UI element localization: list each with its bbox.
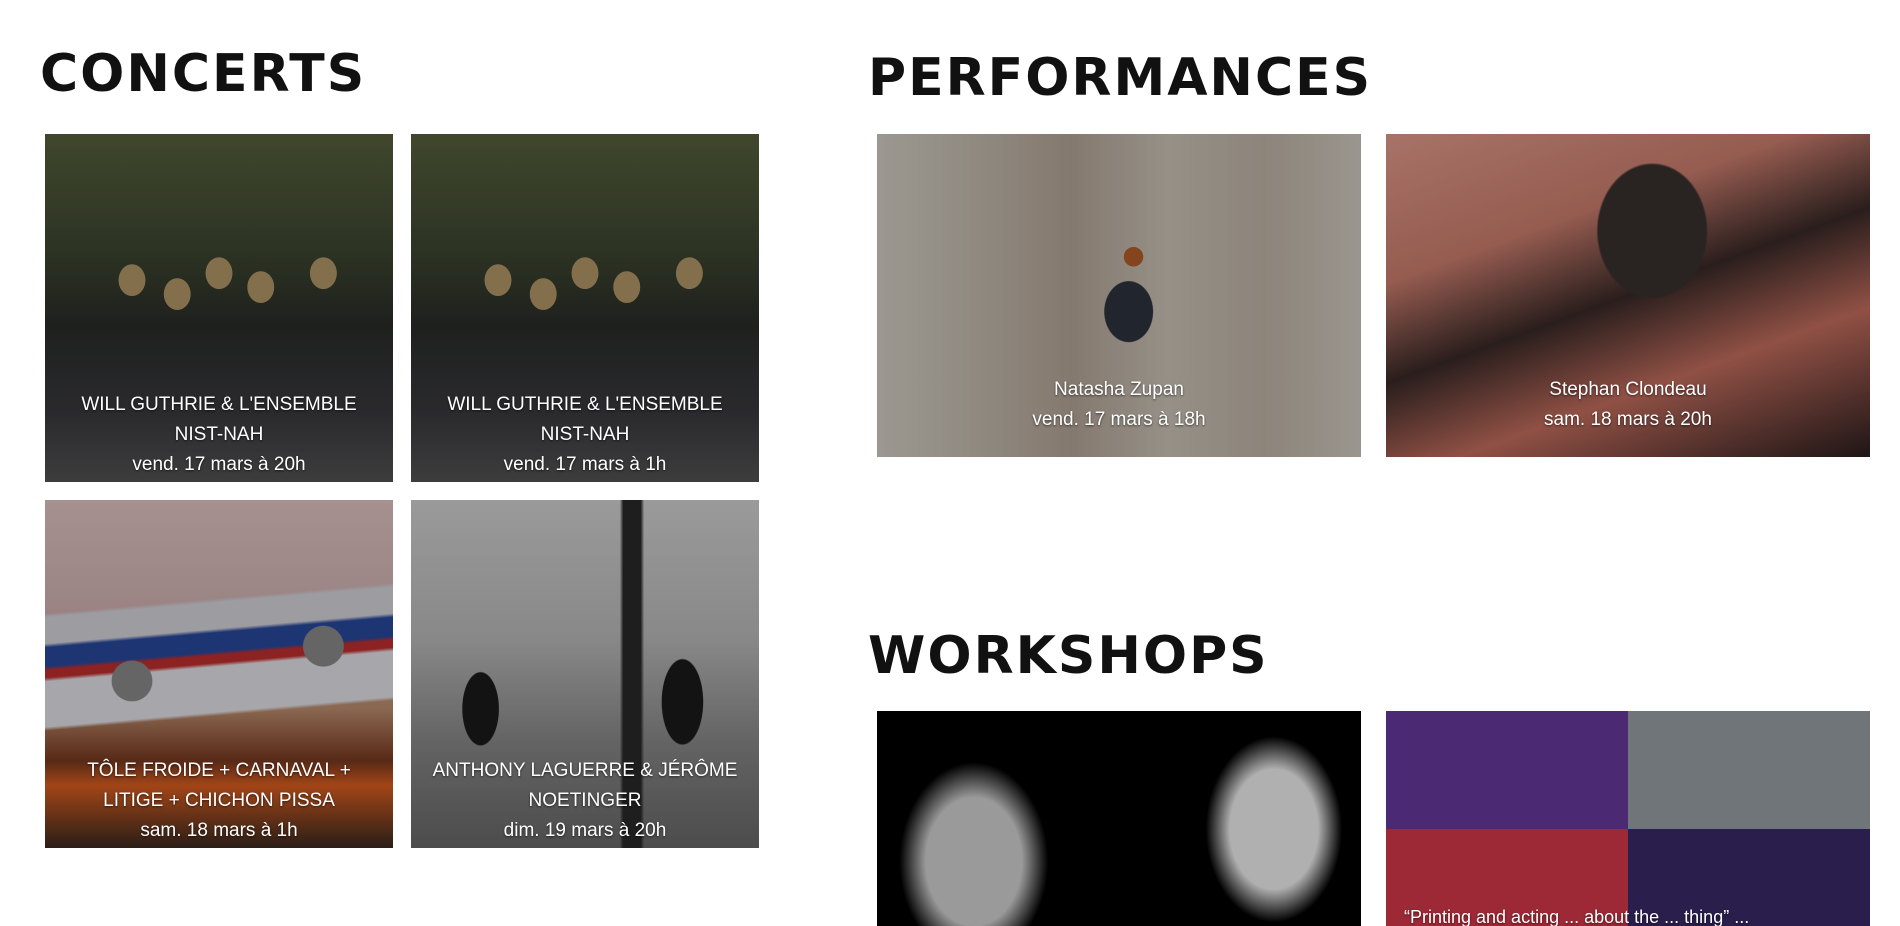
card-title: WILL GUTHRIE & l'ENSEMBLE NIST-NAH	[447, 394, 723, 445]
workshops-heading: WORKSHOPS	[868, 626, 1269, 686]
concert-card-will-guthrie-1[interactable]: WILL GUTHRIE & l'ENSEMBLE NIST-NAH vend.…	[45, 134, 393, 482]
card-caption: WILL GUTHRIE & l'ENSEMBLE NIST-NAH vend.…	[45, 390, 393, 480]
card-date: vend. 17 mars à 1h	[503, 454, 667, 475]
card-date: sam. 18 mars à 20h	[1544, 409, 1712, 430]
card-date: vend. 17 mars à 20h	[132, 454, 306, 475]
card-date: vend. 17 mars à 18h	[1032, 409, 1206, 430]
card-title: WILL GUTHRIE & l'ENSEMBLE NIST-NAH	[81, 394, 357, 445]
concert-card-tole-froide[interactable]: TÔLE FROIDE + CARNAVAL + LITIGE + CHICHO…	[45, 500, 393, 848]
card-date: dim. 19 mars à 20h	[503, 820, 667, 841]
card-caption: ANTHONY LAGUERRE & JÉRÔME NOETINGER dim.…	[411, 756, 759, 846]
card-title: Stephan Clondeau	[1549, 379, 1707, 400]
card-caption: TÔLE FROIDE + CARNAVAL + LITIGE + CHICHO…	[45, 756, 393, 846]
workshop-card-2[interactable]: “Printing and acting ... about the ... t…	[1386, 711, 1870, 926]
concert-card-anthony-laguerre[interactable]: ANTHONY LAGUERRE & JÉRÔME NOETINGER dim.…	[411, 500, 759, 848]
workshop-card-1[interactable]	[877, 711, 1361, 926]
card-caption: Natasha Zupan vend. 17 mars à 18h	[877, 375, 1361, 435]
card-title: “Printing and acting ... about the ... t…	[1404, 907, 1750, 926]
performances-heading: PERFORMANCES	[868, 48, 1373, 108]
card-date: sam. 18 mars à 1h	[140, 820, 298, 841]
performance-card-natasha-zupan[interactable]: Natasha Zupan vend. 17 mars à 18h	[877, 134, 1361, 457]
concert-card-will-guthrie-2[interactable]: WILL GUTHRIE & l'ENSEMBLE NIST-NAH vend.…	[411, 134, 759, 482]
card-caption: Stephan Clondeau sam. 18 mars à 20h	[1386, 375, 1870, 435]
card-caption: “Printing and acting ... about the ... t…	[1386, 902, 1870, 926]
card-title: TÔLE FROIDE + CARNAVAL + LITIGE + CHICHO…	[87, 760, 351, 811]
card-title: ANTHONY LAGUERRE & JÉRÔME NOETINGER	[432, 760, 738, 811]
workshop-image	[877, 711, 1361, 926]
concerts-heading: CONCERTS	[40, 44, 367, 104]
performance-card-stephan-clondeau[interactable]: Stephan Clondeau sam. 18 mars à 20h	[1386, 134, 1870, 457]
card-title: Natasha Zupan	[1054, 379, 1184, 400]
card-caption: WILL GUTHRIE & l'ENSEMBLE NIST-NAH vend.…	[411, 390, 759, 480]
